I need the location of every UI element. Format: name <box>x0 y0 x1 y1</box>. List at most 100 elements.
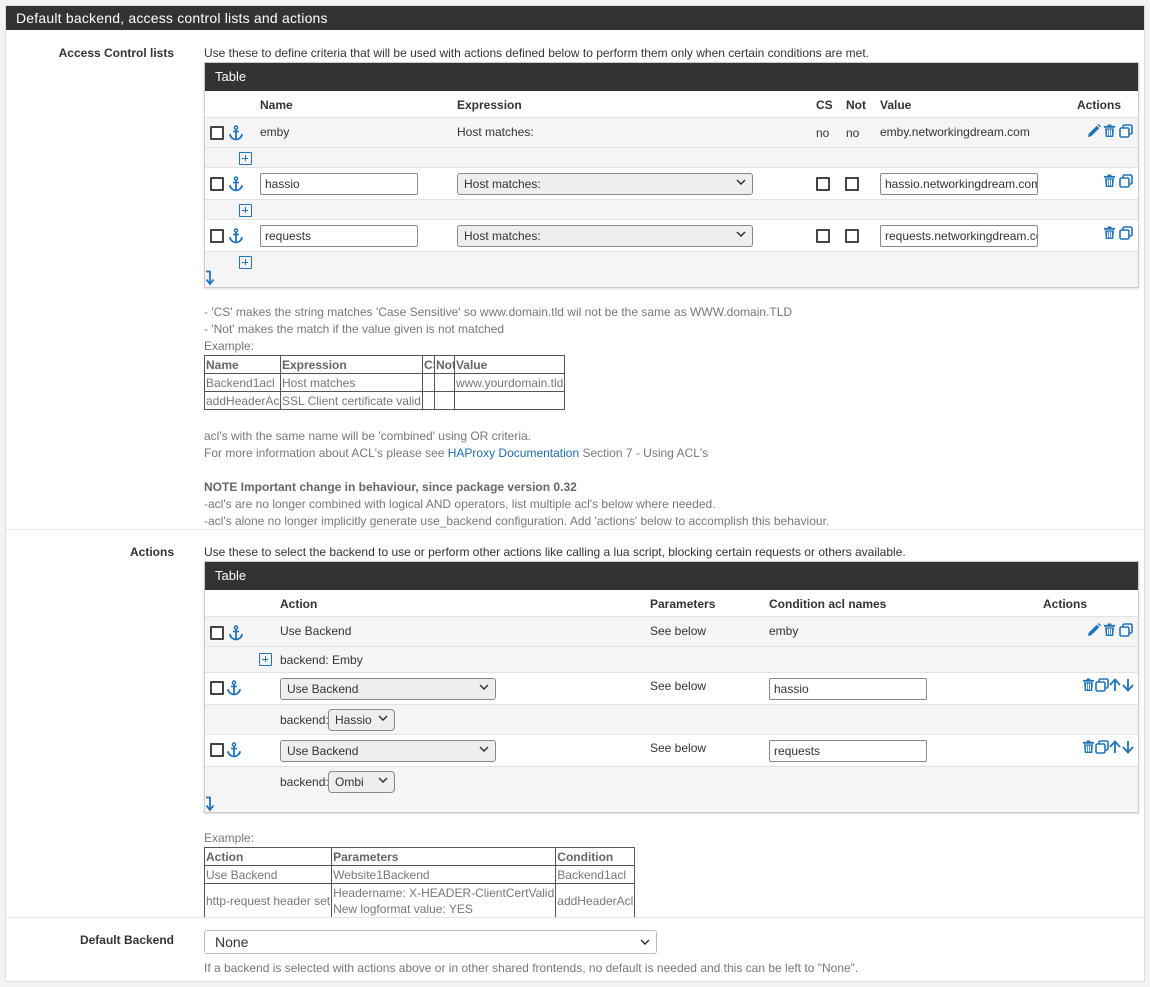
acl-section: Access Control lists Use these to define… <box>6 30 1144 530</box>
trash-icon[interactable] <box>1082 740 1095 754</box>
actions-table-title: Table <box>205 562 1138 590</box>
add-row-icon[interactable] <box>205 796 215 812</box>
action-row-detail: backend: Hassio <box>205 704 1138 734</box>
trash-icon[interactable] <box>1103 124 1116 138</box>
acl-note-cs: - 'CS' makes the string matches 'Case Se… <box>204 305 793 319</box>
copy-icon[interactable] <box>1119 124 1133 138</box>
acl-cs-checkbox[interactable] <box>816 229 830 243</box>
default-backend-section: Default Backend None If a backend is sel… <box>6 917 1144 981</box>
acl-row-cs: no <box>816 126 830 140</box>
trash-icon[interactable] <box>1103 226 1116 240</box>
arrow-down-icon[interactable] <box>1122 740 1134 754</box>
example-cell <box>433 373 455 392</box>
backend-select[interactable]: Hassio <box>328 709 395 731</box>
anchor-icon[interactable] <box>228 176 244 192</box>
example-cell: Host matches <box>280 373 423 392</box>
actions-help: Use these to select the backend to use o… <box>204 545 906 559</box>
example-header: Expression <box>280 355 423 374</box>
example-header: Action <box>203 847 333 866</box>
acl-name-input[interactable]: hassio <box>260 173 418 195</box>
chevron-down-icon <box>640 939 650 945</box>
action-row-checkbox[interactable] <box>210 681 224 695</box>
add-row-icon[interactable] <box>205 270 215 286</box>
arrow-up-icon[interactable] <box>1109 740 1121 754</box>
anchor-icon[interactable] <box>228 125 244 141</box>
important-note-2: -acl's alone no longer implicitly genera… <box>204 514 830 528</box>
acl-expression-select[interactable]: Host matches: <box>457 225 753 247</box>
acl-notes: - 'CS' makes the string matches 'Case Se… <box>204 304 792 355</box>
acl-row-checkbox[interactable] <box>210 126 224 140</box>
example-cell <box>421 373 435 392</box>
pencil-icon[interactable] <box>1087 623 1101 637</box>
acl-row-value: emby.networkingdream.com <box>880 125 1030 139</box>
action-row-detail: backend: Emby <box>205 646 1138 672</box>
action-row-parameters: See below <box>650 624 707 638</box>
action-type-select[interactable]: Use Backend <box>280 740 496 762</box>
trash-icon[interactable] <box>1082 678 1095 692</box>
acl-expression-selected: Host matches: <box>464 177 541 191</box>
acl-not-checkbox[interactable] <box>845 177 859 191</box>
acl-not-checkbox[interactable] <box>845 229 859 243</box>
acl-more-info: acl's with the same name will be 'combin… <box>204 428 829 530</box>
example-cell <box>453 391 566 410</box>
table-row: emby Host matches: no no emby.networking… <box>205 117 1138 147</box>
copy-icon[interactable] <box>1119 174 1133 188</box>
backend-selected: Hassio <box>335 713 372 727</box>
copy-icon[interactable] <box>1095 740 1109 754</box>
arrow-down-icon[interactable] <box>1122 678 1134 692</box>
actions-example-label: Example: <box>204 831 255 845</box>
more-info-suffix: Section 7 - Using ACL's <box>579 446 709 460</box>
chevron-down-icon <box>479 746 489 752</box>
action-row-checkbox[interactable] <box>210 626 224 640</box>
acl-cs-checkbox[interactable] <box>816 177 830 191</box>
trash-icon[interactable] <box>1103 174 1116 188</box>
haproxy-doc-link[interactable]: HAProxy Documentation <box>448 446 579 460</box>
acl-name-input[interactable]: requests <box>260 225 418 247</box>
acl-col-cs: CS <box>816 98 833 112</box>
acl-expression-selected: Host matches: <box>464 229 541 243</box>
action-condition-input[interactable]: requests <box>769 740 927 762</box>
expand-plus-icon[interactable] <box>239 204 252 217</box>
acl-table: Table Name Expression CS Not Value Actio… <box>204 62 1139 288</box>
example-cell <box>421 391 435 410</box>
acl-row-checkbox[interactable] <box>210 177 224 191</box>
action-row-checkbox[interactable] <box>210 743 224 757</box>
action-backend-label: backend: <box>280 713 329 727</box>
action-type-select[interactable]: Use Backend <box>280 678 496 700</box>
anchor-icon[interactable] <box>228 625 244 641</box>
action-condition-input[interactable]: hassio <box>769 678 927 700</box>
copy-icon[interactable] <box>1095 678 1109 692</box>
anchor-icon[interactable] <box>226 680 242 696</box>
table-row: Use Backend See below emby <box>205 616 1138 646</box>
pencil-icon[interactable] <box>1087 124 1101 138</box>
expand-plus-icon[interactable] <box>259 653 272 666</box>
trash-icon[interactable] <box>1103 623 1116 637</box>
acl-combined-note: acl's with the same name will be 'combin… <box>204 429 532 443</box>
example-cell <box>433 391 455 410</box>
example-param-line: Headername: X-HEADER-ClientCertValid <box>333 885 555 900</box>
action-row-parameters: See below <box>650 679 707 693</box>
table-row: Use Backend See below hassio <box>205 672 1138 704</box>
chevron-down-icon <box>736 179 746 185</box>
acl-value-input[interactable]: hassio.networkingdream.com <box>880 173 1038 195</box>
copy-icon[interactable] <box>1119 623 1133 637</box>
acl-row-expand <box>205 147 1138 167</box>
acl-col-value: Value <box>880 98 912 112</box>
action-row-detail: backend: Ombi <box>205 766 1138 812</box>
expand-plus-icon[interactable] <box>239 152 252 165</box>
default-backend-select[interactable]: None <box>204 930 657 954</box>
anchor-icon[interactable] <box>226 742 242 758</box>
expand-plus-icon[interactable] <box>239 256 252 269</box>
action-row-action: Use Backend <box>280 624 352 638</box>
backend-select[interactable]: Ombi <box>328 771 395 793</box>
default-backend-selected: None <box>215 934 249 950</box>
action-row-condition: emby <box>769 624 799 638</box>
acl-expression-select[interactable]: Host matches: <box>457 173 753 195</box>
copy-icon[interactable] <box>1119 226 1133 240</box>
arrow-up-icon[interactable] <box>1109 678 1121 692</box>
acl-row-name: emby <box>260 125 290 139</box>
anchor-icon[interactable] <box>228 228 244 244</box>
action-backend-label: backend: <box>280 775 329 789</box>
acl-row-checkbox[interactable] <box>210 229 224 243</box>
acl-value-input[interactable]: requests.networkingdream.com <box>880 225 1038 247</box>
